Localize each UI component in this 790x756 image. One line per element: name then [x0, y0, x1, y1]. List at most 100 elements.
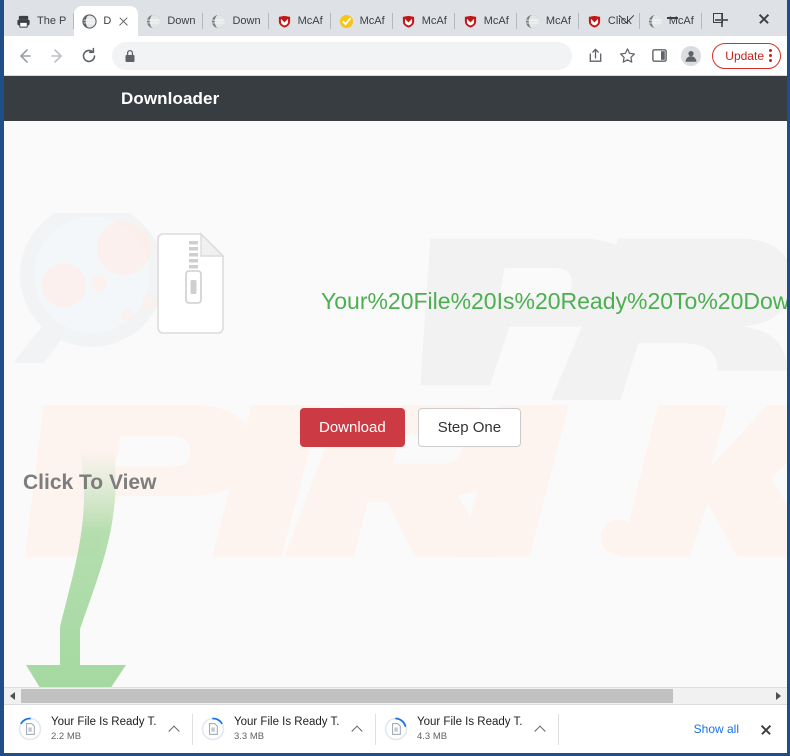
globe-icon: [525, 14, 539, 28]
tab-label: McAf: [483, 15, 509, 27]
magnifying-glass-illustration: [13, 213, 225, 363]
browser-tab-6[interactable]: McAf: [393, 6, 455, 36]
tab-label: Down: [167, 15, 196, 27]
address-bar[interactable]: [112, 41, 573, 70]
minimize-button[interactable]: [649, 2, 695, 34]
download-item-meta: Your File Is Ready T....iso 4.3 MB: [417, 716, 522, 742]
browser-tab-1-active[interactable]: D: [74, 6, 139, 36]
page-viewport: Downloader Your%20File%20Is%20Ready%20To…: [4, 76, 787, 704]
close-download-shelf-button[interactable]: [755, 718, 777, 740]
mcafee-shield-icon: [464, 15, 476, 28]
scroll-right-button[interactable]: [770, 688, 787, 705]
chevron-up-icon: [168, 725, 180, 737]
scroll-left-icon: [10, 692, 15, 700]
forward-button[interactable]: [42, 41, 72, 71]
download-button[interactable]: Download: [300, 408, 405, 447]
minimize-icon: [666, 17, 678, 19]
maximize-button[interactable]: [695, 2, 741, 34]
tab-label: Down: [232, 15, 261, 27]
mcafee-shield-icon: [588, 15, 600, 28]
browser-tab-0[interactable]: The P: [8, 6, 75, 36]
star-icon: [619, 48, 635, 63]
zip-file-icon: [157, 232, 225, 334]
step-one-button[interactable]: Step One: [417, 408, 522, 447]
maximize-icon: [713, 13, 723, 23]
person-icon: [685, 50, 697, 62]
browser-window: The P D Down Down McAf McAf McAf McAf Mc…: [0, 0, 790, 756]
tab-search-button[interactable]: [603, 2, 649, 34]
globe-icon: [212, 14, 226, 28]
reload-icon: [82, 47, 96, 62]
mcafee-shield-icon: [278, 15, 290, 28]
click-to-view-label: Click To View: [23, 471, 157, 494]
scroll-left-button[interactable]: [4, 688, 21, 705]
download-file-name: Your File Is Ready T....iso: [51, 716, 156, 728]
share-icon: [589, 48, 602, 62]
scrollbar-thumb[interactable]: [21, 688, 673, 703]
mcafee-shield-icon: [402, 15, 414, 28]
chevron-up-icon: [351, 725, 363, 737]
browser-tab-3[interactable]: Down: [203, 6, 269, 36]
file-name-text: Your%20File%20Is%20Ready%20To%20Dow: [321, 288, 787, 314]
tab-label: The P: [37, 15, 67, 27]
browser-toolbar: Update: [4, 36, 787, 76]
tab-strip: The P D Down Down McAf McAf McAf McAf Mc…: [4, 0, 787, 36]
download-item-menu-button[interactable]: [348, 720, 366, 738]
lock-icon: [125, 49, 135, 62]
browser-tab-2[interactable]: Down: [138, 6, 204, 36]
tab-close-icon[interactable]: [117, 15, 130, 28]
tab-label: McAf: [297, 15, 323, 27]
globe-icon: [82, 13, 97, 29]
tab-label: McAf: [359, 15, 385, 27]
download-item[interactable]: Your File Is Ready T....iso 3.3 MB: [193, 708, 376, 750]
download-file-size: 3.3 MB: [234, 731, 265, 742]
scrollbar-track[interactable]: [21, 688, 770, 705]
bookmark-button[interactable]: [612, 41, 642, 71]
update-button[interactable]: Update: [712, 42, 781, 69]
chevron-up-icon: [534, 725, 546, 737]
browser-tab-5[interactable]: McAf: [331, 6, 393, 36]
page-title: Downloader: [121, 88, 220, 108]
close-icon: [758, 12, 770, 24]
check-badge-icon: [339, 14, 353, 28]
window-controls: [603, 0, 787, 36]
tab-label: McAf: [421, 15, 447, 27]
download-file-size: 2.2 MB: [51, 731, 82, 742]
printer-icon: [17, 15, 30, 28]
forward-arrow-icon: [51, 48, 62, 63]
site-navbar: Downloader: [4, 76, 787, 121]
back-arrow-icon: [20, 48, 31, 63]
chevron-down-icon: [618, 7, 634, 23]
download-item[interactable]: Your File Is Ready T....iso 2.2 MB: [10, 708, 193, 750]
download-item-meta: Your File Is Ready T....iso 3.3 MB: [234, 716, 339, 742]
download-item-menu-button[interactable]: [165, 720, 183, 738]
download-progress-icon: [201, 717, 225, 741]
action-button-row: Download Step One: [300, 408, 522, 447]
profile-button[interactable]: [676, 41, 706, 71]
download-file-size: 4.3 MB: [417, 731, 448, 742]
three-dot-menu-icon[interactable]: [769, 49, 772, 62]
update-label: Update: [725, 48, 764, 63]
tab-label: McAf: [545, 15, 571, 27]
download-item[interactable]: Your File Is Ready T....iso 4.3 MB: [376, 708, 559, 750]
side-panel-icon: [651, 49, 667, 62]
scroll-right-icon: [776, 692, 781, 700]
show-all-downloads-button[interactable]: Show all: [684, 716, 749, 742]
browser-tab-4[interactable]: McAf: [269, 6, 331, 36]
horizontal-scrollbar[interactable]: [4, 687, 787, 704]
download-progress-icon: [18, 717, 42, 741]
reload-button[interactable]: [74, 41, 104, 71]
tab-label: D: [103, 15, 112, 27]
browser-tab-7[interactable]: McAf: [455, 6, 517, 36]
download-file-name: Your File Is Ready T....iso: [417, 716, 522, 728]
back-button[interactable]: [10, 41, 40, 71]
download-shelf: Your File Is Ready T....iso 2.2 MB Your …: [4, 704, 787, 753]
page-content: Your%20File%20Is%20Ready%20To%20Dow Down…: [4, 121, 787, 687]
close-window-button[interactable]: [741, 2, 787, 34]
download-progress-icon: [384, 717, 408, 741]
browser-tab-8[interactable]: McAf: [517, 6, 579, 36]
download-item-menu-button[interactable]: [531, 720, 549, 738]
share-button[interactable]: [580, 41, 610, 71]
side-panel-button[interactable]: [644, 41, 674, 71]
download-file-name: Your File Is Ready T....iso: [234, 716, 339, 728]
